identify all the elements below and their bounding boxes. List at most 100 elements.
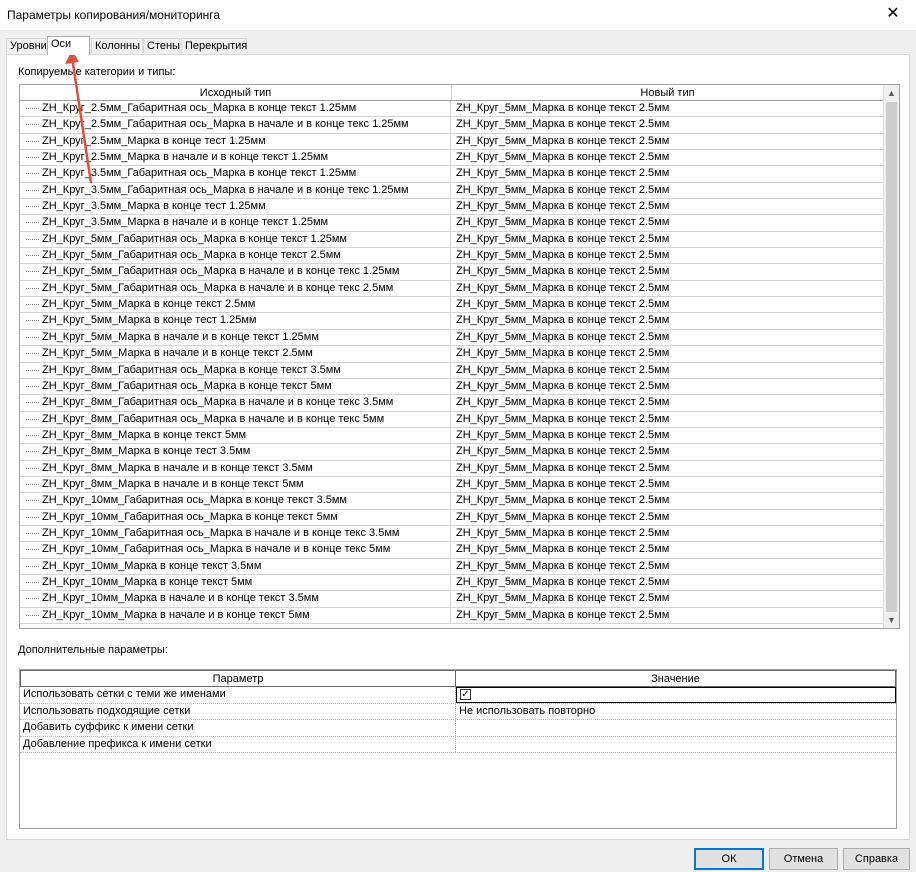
table-row[interactable]: ZH_Круг_5мм_Габаритная ось_Марка в начал… <box>20 280 884 298</box>
table-row[interactable]: ZH_Круг_8мм_Марка в конце текст 5мм ZH_Кр… <box>20 427 884 445</box>
additional-section-label: Дополнительные параметры: <box>18 644 168 656</box>
param-value[interactable]: Не использовать повторно <box>456 704 896 720</box>
table-row[interactable]: ZH_Круг_10мм_Марка в начале и в конце те… <box>20 591 884 608</box>
param-row[interactable]: Использовать сетки с теми же именами ✓ <box>20 687 896 704</box>
param-row[interactable]: Добавить суффикс к имени сетки <box>20 720 896 737</box>
column-header-source-type[interactable]: Исходный тип <box>20 85 452 101</box>
new-type-cell[interactable]: ZH_Круг_5мм_Марка в конце текст 2.5мм <box>451 428 884 443</box>
new-type-cell[interactable]: ZH_Круг_5мм_Марка в конце текст 2.5мм <box>451 117 884 132</box>
table-row[interactable]: ZH_Круг_8мм_Марка в начале и в конце тек… <box>20 460 884 477</box>
scroll-down-icon[interactable]: ▼ <box>884 612 899 628</box>
scroll-thumb[interactable] <box>886 102 897 612</box>
new-type-cell[interactable]: ZH_Круг_5мм_Марка в конце текст 2.5мм <box>451 101 884 116</box>
source-type-cell: ZH_Круг_8мм_Габаритная ось_Марка в начал… <box>20 411 451 427</box>
table-row[interactable]: ZH_Круг_5мм_Марка в конце тест 1.25мм ZH_… <box>20 313 884 330</box>
new-type-cell[interactable]: ZH_Круг_5мм_Марка в конце текст 2.5мм <box>451 477 884 492</box>
additional-params-grid[interactable]: Параметр Значение Использовать сетки с т… <box>19 669 897 829</box>
types-scrollbar[interactable]: ▲ ▼ <box>883 85 899 628</box>
table-row[interactable]: ZH_Круг_10мм_Марка в конце текст 3.5мм ZH… <box>20 558 884 575</box>
table-row[interactable]: ZH_Круг_2.5мм_Марка в начале и в конце т… <box>20 150 884 167</box>
table-row[interactable]: ZH_Круг_8мм_Габаритная ось_Марка в конце… <box>20 378 884 396</box>
tab-walls[interactable]: Стены <box>143 38 180 53</box>
help-button[interactable]: Справка <box>843 848 910 870</box>
scroll-up-icon[interactable]: ▲ <box>884 85 899 101</box>
param-value[interactable]: ✓ <box>456 687 896 703</box>
new-type-cell[interactable]: ZH_Круг_5мм_Марка в конце текст 2.5мм <box>451 510 884 525</box>
new-type-cell[interactable]: ZH_Круг_5мм_Марка в конце текст 2.5мм <box>451 346 884 361</box>
new-type-cell[interactable]: ZH_Круг_5мм_Марка в конце текст 2.5мм <box>451 330 884 345</box>
table-row[interactable]: ZH_Круг_5мм_Марка в начале и в конце тек… <box>20 329 884 347</box>
new-type-cell[interactable]: ZH_Круг_5мм_Марка в конце текст 2.5мм <box>451 412 884 427</box>
param-row[interactable]: Использовать подходящие сетки Не использо… <box>20 703 896 720</box>
new-type-cell[interactable]: ZH_Круг_5мм_Марка в конце текст 2.5мм <box>451 183 884 198</box>
table-row[interactable]: ZH_Круг_2.5мм_Габаритная ось_Марка в нач… <box>20 117 884 134</box>
table-row[interactable]: ZH_Круг_3.5мм_Габаритная ось_Марка в кон… <box>20 166 884 183</box>
new-type-cell[interactable]: ZH_Круг_5мм_Марка в конце текст 2.5мм <box>451 150 884 165</box>
new-type-cell[interactable]: ZH_Круг_5мм_Марка в конце текст 2.5мм <box>451 166 884 181</box>
table-row[interactable]: ZH_Круг_5мм_Габаритная ось_Марка в начал… <box>20 264 884 281</box>
new-type-cell[interactable]: ZH_Круг_5мм_Марка в конце текст 2.5мм <box>451 363 884 378</box>
new-type-cell[interactable]: ZH_Круг_5мм_Марка в конце текст 2.5мм <box>451 461 884 476</box>
tab-panel: Копируемые категории и типы: Исходный ти… <box>6 54 910 840</box>
close-icon[interactable]: ✕ <box>870 0 916 30</box>
new-type-cell[interactable]: ZH_Круг_5мм_Марка в конце текст 2.5мм <box>451 248 884 263</box>
new-type-cell[interactable]: ZH_Круг_5мм_Марка в конце текст 2.5мм <box>451 559 884 574</box>
table-row[interactable]: ZH_Круг_5мм_Габаритная ось_Марка в конце… <box>20 231 884 249</box>
new-type-cell[interactable]: ZH_Круг_5мм_Марка в конце текст 2.5мм <box>451 444 884 459</box>
new-type-cell[interactable]: ZH_Круг_5мм_Марка в конце текст 2.5мм <box>451 608 884 623</box>
cancel-button[interactable]: Отмена <box>769 848 838 870</box>
ok-button[interactable]: ОК <box>694 848 764 870</box>
tab-columns[interactable]: Колонны <box>91 38 143 53</box>
new-type-cell[interactable]: ZH_Круг_5мм_Марка в конце текст 2.5мм <box>451 313 884 328</box>
table-row[interactable]: ZH_Круг_5мм_Марка в начале и в конце тек… <box>20 346 884 363</box>
new-type-cell[interactable]: ZH_Круг_5мм_Марка в конце текст 2.5мм <box>451 232 884 247</box>
table-row[interactable]: ZH_Круг_3.5мм_Габаритная ось_Марка в нач… <box>20 182 884 200</box>
source-type-cell: ZH_Круг_8мм_Марка в конце текст 5мм <box>20 427 451 444</box>
tab-floors[interactable]: Перекрытия <box>181 38 247 53</box>
table-row[interactable]: ZH_Круг_10мм_Габаритная ось_Марка в нача… <box>20 525 884 543</box>
checkbox-icon[interactable]: ✓ <box>460 689 471 700</box>
column-header-new-type[interactable]: Новый тип <box>452 85 884 101</box>
table-row[interactable]: ZH_Круг_8мм_Габаритная ось_Марка в начал… <box>20 395 884 412</box>
new-type-cell[interactable]: ZH_Круг_5мм_Марка в конце текст 2.5мм <box>451 297 884 312</box>
table-row[interactable]: ZH_Круг_5мм_Марка в конце текст 2.5мм ZH_… <box>20 297 884 314</box>
param-name: Добавление префикса к имени сетки <box>20 736 456 752</box>
new-type-cell[interactable]: ZH_Круг_5мм_Марка в конце текст 2.5мм <box>451 395 884 410</box>
types-grid[interactable]: Исходный тип Новый тип ZH_Круг_2.5мм_Габ… <box>19 84 900 629</box>
table-row[interactable]: ZH_Круг_5мм_Габаритная ось_Марка в конце… <box>20 248 884 265</box>
table-row[interactable]: ZH_Круг_8мм_Марка в конце тест 3.5мм ZH_К… <box>20 444 884 461</box>
column-header-value: Значение <box>456 670 896 687</box>
new-type-cell[interactable]: ZH_Круг_5мм_Марка в конце текст 2.5мм <box>451 199 884 214</box>
table-row[interactable]: ZH_Круг_10мм_Марка в конце текст 5мм ZH_К… <box>20 574 884 592</box>
new-type-cell[interactable]: ZH_Круг_5мм_Марка в конце текст 2.5мм <box>451 526 884 541</box>
param-row[interactable]: Добавление префикса к имени сетки <box>20 736 896 753</box>
new-type-cell[interactable]: ZH_Круг_5мм_Марка в конце текст 2.5мм <box>451 264 884 279</box>
source-type-cell: ZH_Круг_8мм_Габаритная ось_Марка в начал… <box>20 395 451 411</box>
table-row[interactable]: ZH_Круг_8мм_Марка в начале и в конце тек… <box>20 476 884 494</box>
new-type-cell[interactable]: ZH_Круг_5мм_Марка в конце текст 2.5мм <box>451 281 884 296</box>
new-type-cell[interactable]: ZH_Круг_5мм_Марка в конце текст 2.5мм <box>451 591 884 606</box>
params-rows: Использовать сетки с теми же именами ✓ Исп… <box>20 687 896 753</box>
tab-levels[interactable]: Уровни <box>6 38 47 53</box>
table-row[interactable]: ZH_Круг_10мм_Габаритная ось_Марка в конц… <box>20 493 884 510</box>
source-type-cell: ZH_Круг_2.5мм_Габаритная ось_Марка в нач… <box>20 117 451 133</box>
table-row[interactable]: ZH_Круг_2.5мм_Габаритная ось_Марка в кон… <box>20 101 884 118</box>
table-row[interactable]: ZH_Круг_8мм_Габаритная ось_Марка в начал… <box>20 411 884 428</box>
new-type-cell[interactable]: ZH_Круг_5мм_Марка в конце текст 2.5мм <box>451 134 884 149</box>
new-type-cell[interactable]: ZH_Круг_5мм_Марка в конце текст 2.5мм <box>451 542 884 557</box>
table-row[interactable]: ZH_Круг_3.5мм_Марка в конце тест 1.25мм Z… <box>20 199 884 216</box>
table-row[interactable]: ZH_Круг_2.5мм_Марка в конце тест 1.25мм Z… <box>20 133 884 151</box>
table-row[interactable]: ZH_Круг_10мм_Габаритная ось_Марка в нача… <box>20 542 884 559</box>
new-type-cell[interactable]: ZH_Круг_5мм_Марка в конце текст 2.5мм <box>451 379 884 394</box>
new-type-cell[interactable]: ZH_Круг_5мм_Марка в конце текст 2.5мм <box>451 493 884 508</box>
new-type-cell[interactable]: ZH_Круг_5мм_Марка в конце текст 2.5мм <box>451 215 884 230</box>
types-section-label: Копируемые категории и типы: <box>18 66 176 78</box>
table-row[interactable]: ZH_Круг_3.5мм_Марка в начале и в конце т… <box>20 215 884 232</box>
tab-grids[interactable]: Оси <box>47 36 90 55</box>
table-row[interactable]: ZH_Круг_10мм_Габаритная ось_Марка в конц… <box>20 509 884 526</box>
param-value[interactable] <box>456 737 896 753</box>
table-row[interactable]: ZH_Круг_10мм_Марка в начале и в конце те… <box>20 607 884 624</box>
table-row[interactable]: ZH_Круг_8мм_Габаритная ось_Марка в конце… <box>20 362 884 379</box>
new-type-cell[interactable]: ZH_Круг_5мм_Марка в конце текст 2.5мм <box>451 575 884 590</box>
param-value[interactable] <box>456 720 896 736</box>
